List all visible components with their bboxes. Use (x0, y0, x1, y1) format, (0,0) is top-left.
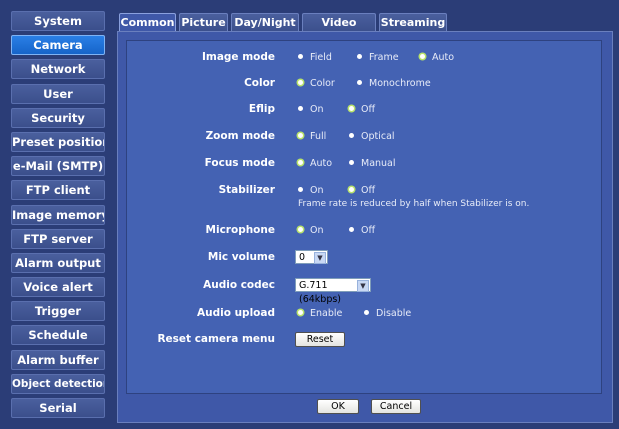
reset-camera-menu-label: Reset camera menu (157, 333, 275, 345)
audio-codec-label: Audio codec (203, 279, 275, 291)
sidebar-item-email-smtp[interactable]: e-Mail (SMTP) (11, 156, 105, 177)
settings-panel: Image mode Field Frame Auto Color Color … (117, 31, 613, 423)
option-label: Monochrome (369, 78, 431, 89)
option-label: Off (361, 104, 376, 115)
image-mode-label: Image mode (201, 51, 275, 63)
radio-dot-icon (298, 133, 303, 138)
sidebar-item-schedule[interactable]: Schedule (11, 325, 105, 346)
sidebar-item-system[interactable]: System (11, 11, 105, 31)
zoom-mode-optical-radio[interactable]: Optical (349, 131, 395, 142)
option-label: Enable (310, 308, 343, 319)
reset-button[interactable]: Reset (295, 332, 345, 347)
zoom-mode-full-radio[interactable]: Full (298, 131, 326, 142)
option-label: Frame (369, 52, 399, 63)
option-label: On (310, 185, 324, 196)
color-color-radio[interactable]: Color (298, 78, 335, 89)
tab-streaming[interactable]: Streaming (379, 13, 447, 32)
option-label: Optical (361, 131, 395, 142)
tab-day-night[interactable]: Day/Night (231, 13, 299, 32)
tab-video-codec[interactable]: Video codec (302, 13, 376, 46)
focus-mode-label: Focus mode (204, 157, 275, 169)
chevron-down-icon[interactable]: ▼ (357, 280, 369, 292)
image-mode-frame-radio[interactable]: Frame (357, 52, 399, 63)
cancel-button[interactable]: Cancel (371, 399, 421, 414)
radio-dot-icon (349, 227, 354, 232)
radio-dot-icon (357, 54, 362, 59)
radio-dot-icon (298, 310, 303, 315)
option-label: On (310, 104, 324, 115)
window: System Camera Network User Security Pres… (0, 0, 619, 429)
audio-upload-label: Audio upload (197, 307, 275, 319)
sidebar-item-object-detection[interactable]: Object detection (11, 373, 105, 394)
audio-upload-enable-radio[interactable]: Enable (298, 308, 342, 319)
sidebar-item-voice-alert[interactable]: Voice alert (11, 277, 105, 298)
mic-volume-select[interactable]: 0 ▼ (295, 250, 328, 264)
option-label: Off (361, 185, 376, 196)
radio-dot-icon (298, 160, 303, 165)
sidebar-item-network[interactable]: Network (11, 59, 105, 80)
sidebar-item-serial[interactable]: Serial (11, 398, 105, 418)
ok-button[interactable]: OK (317, 399, 359, 414)
sidebar-item-trigger[interactable]: Trigger (11, 301, 105, 322)
sidebar-item-camera[interactable]: Camera (11, 35, 105, 56)
chevron-down-icon[interactable]: ▼ (314, 252, 326, 264)
mic-volume-label: Mic volume (207, 251, 275, 263)
image-mode-field-radio[interactable]: Field (298, 52, 332, 63)
tab-picture[interactable]: Picture (179, 13, 228, 32)
sidebar: System Camera Network User Security Pres… (11, 11, 105, 422)
color-monochrome-radio[interactable]: Monochrome (357, 78, 431, 89)
sidebar-item-security[interactable]: Security (11, 107, 105, 128)
option-label: Manual (361, 158, 396, 169)
stabilizer-note: Frame rate is reduced by half when Stabi… (298, 199, 530, 209)
focus-mode-auto-radio[interactable]: Auto (298, 158, 332, 169)
sidebar-item-preset-position[interactable]: Preset position (11, 131, 105, 152)
radio-dot-icon (420, 54, 425, 59)
radio-dot-icon (349, 133, 354, 138)
radio-dot-icon (298, 80, 303, 85)
radio-dot-icon (298, 227, 303, 232)
option-label: Auto (432, 52, 455, 63)
eflip-label: Eflip (248, 103, 275, 115)
audio-codec-select[interactable]: G.711 (64kbps) ▼ (295, 278, 371, 305)
option-label: Full (310, 131, 327, 142)
audio-codec-value: G.711 (64kbps) (299, 280, 342, 305)
sidebar-item-ftp-server[interactable]: FTP server (11, 228, 105, 249)
radio-dot-icon (349, 106, 354, 111)
microphone-off-radio[interactable]: Off (349, 225, 375, 236)
sidebar-item-alarm-output[interactable]: Alarm output (11, 252, 105, 273)
sidebar-item-image-memory[interactable]: Image memory (11, 204, 105, 225)
tab-common[interactable]: Common (119, 13, 176, 32)
sidebar-item-ftp-client[interactable]: FTP client (11, 180, 105, 201)
option-label: Field (310, 52, 332, 63)
option-label: Off (361, 225, 376, 236)
color-label: Color (244, 77, 275, 89)
eflip-on-radio[interactable]: On (298, 104, 324, 115)
zoom-mode-label: Zoom mode (205, 130, 275, 142)
stabilizer-off-radio[interactable]: Off (349, 185, 375, 196)
option-label: Auto (310, 158, 333, 169)
radio-dot-icon (364, 310, 369, 315)
sidebar-item-user[interactable]: User (11, 83, 105, 104)
eflip-off-radio[interactable]: Off (349, 104, 375, 115)
radio-dot-icon (349, 187, 354, 192)
sidebar-item-alarm-buffer[interactable]: Alarm buffer (11, 349, 105, 370)
option-label: Color (310, 78, 335, 89)
stabilizer-on-radio[interactable]: On (298, 185, 324, 196)
settings-form: Image mode Field Frame Auto Color Color … (126, 40, 602, 394)
radio-dot-icon (298, 54, 303, 59)
focus-mode-manual-radio[interactable]: Manual (349, 158, 396, 169)
stabilizer-label: Stabilizer (218, 184, 275, 196)
option-label: On (310, 225, 324, 236)
image-mode-auto-radio[interactable]: Auto (420, 52, 454, 63)
radio-dot-icon (298, 187, 303, 192)
microphone-label: Microphone (205, 224, 275, 236)
radio-dot-icon (298, 106, 303, 111)
option-label: Disable (376, 308, 412, 319)
audio-upload-disable-radio[interactable]: Disable (364, 308, 411, 319)
radio-dot-icon (357, 80, 362, 85)
mic-volume-value: 0 (299, 252, 306, 263)
microphone-on-radio[interactable]: On (298, 225, 324, 236)
radio-dot-icon (349, 160, 354, 165)
